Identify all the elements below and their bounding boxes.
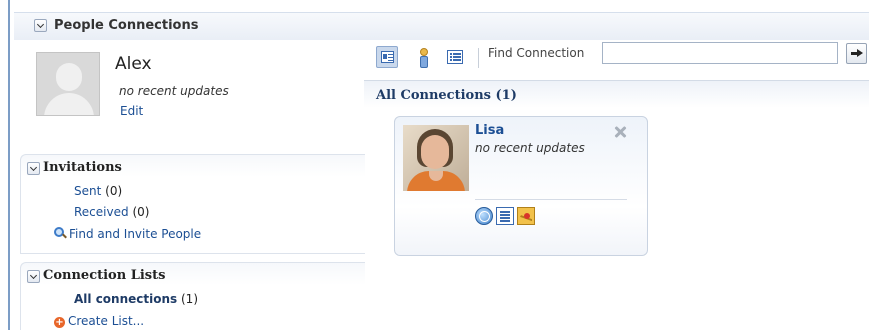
connections-title: All Connections (1) bbox=[376, 88, 517, 103]
connection-card: Lisa no recent updates bbox=[394, 116, 648, 256]
connection-lists-collapse-icon[interactable] bbox=[27, 270, 40, 283]
left-sidebar: Alex no recent updates Edit Invitations … bbox=[14, 40, 365, 330]
list-view-icon bbox=[447, 50, 463, 64]
sent-count: (0) bbox=[105, 184, 123, 198]
received-count: (0) bbox=[132, 205, 150, 219]
message-mail-icon[interactable] bbox=[517, 207, 535, 225]
connection-lists-panel: Connection Lists All connections (1) + Cr… bbox=[20, 262, 365, 330]
create-list-label: Create List... bbox=[68, 314, 145, 328]
sent-label: Sent bbox=[74, 184, 102, 198]
main-content: Find Connection All Connections (1) Lisa… bbox=[364, 40, 869, 330]
window-border bbox=[8, 0, 10, 330]
connections-section-header: All Connections (1) bbox=[364, 80, 869, 108]
connections-title-label: All Connections bbox=[376, 88, 491, 103]
find-invite-link[interactable]: Find and Invite People bbox=[54, 227, 201, 241]
list-view-button[interactable] bbox=[444, 46, 466, 68]
edit-link[interactable]: Edit bbox=[120, 104, 143, 118]
create-list-link[interactable]: + Create List... bbox=[54, 314, 144, 328]
connection-name[interactable]: Lisa bbox=[475, 123, 504, 138]
connection-status: no recent updates bbox=[475, 141, 585, 155]
activity-doc-icon[interactable] bbox=[496, 207, 514, 225]
find-invite-label: Find and Invite People bbox=[69, 227, 202, 241]
user-name: Alex bbox=[115, 54, 152, 74]
toolbar-divider bbox=[478, 48, 479, 68]
card-view-icon bbox=[381, 51, 394, 63]
card-divider bbox=[475, 199, 627, 200]
invitations-collapse-icon[interactable] bbox=[27, 162, 40, 175]
user-status: no recent updates bbox=[119, 84, 229, 98]
add-icon: + bbox=[54, 317, 65, 328]
find-connection-label: Find Connection bbox=[488, 46, 585, 60]
all-connections-label: All connections bbox=[74, 292, 178, 306]
avatar-head bbox=[56, 63, 82, 91]
toolbar: Find Connection bbox=[364, 40, 869, 76]
received-label: Received bbox=[74, 205, 129, 219]
all-connections-count: (1) bbox=[181, 292, 198, 306]
invitations-title: Invitations bbox=[43, 160, 122, 175]
person-view-button[interactable] bbox=[412, 46, 434, 68]
card-view-button[interactable] bbox=[376, 46, 398, 68]
collapse-icon[interactable] bbox=[34, 19, 47, 32]
search-icon bbox=[54, 227, 66, 239]
connection-lists-title: Connection Lists bbox=[43, 268, 166, 283]
invitations-panel: Invitations Sent (0) Received (0) Find a… bbox=[20, 154, 365, 254]
photo-face bbox=[421, 135, 449, 169]
people-connections-header: People Connections bbox=[14, 12, 869, 40]
find-connection-input[interactable] bbox=[602, 42, 838, 64]
avatar-body bbox=[44, 93, 94, 115]
profile-globe-icon[interactable] bbox=[475, 207, 493, 225]
user-avatar bbox=[36, 52, 100, 116]
sent-link[interactable]: Sent (0) bbox=[74, 184, 122, 198]
header-title: People Connections bbox=[54, 18, 199, 33]
all-connections-link[interactable]: All connections (1) bbox=[74, 292, 198, 306]
go-button[interactable] bbox=[846, 43, 867, 64]
received-link[interactable]: Received (0) bbox=[74, 205, 149, 219]
connection-photo[interactable] bbox=[403, 125, 469, 191]
person-view-icon bbox=[419, 48, 428, 68]
remove-connection-icon[interactable] bbox=[613, 125, 627, 139]
connections-count: (1) bbox=[495, 88, 517, 103]
